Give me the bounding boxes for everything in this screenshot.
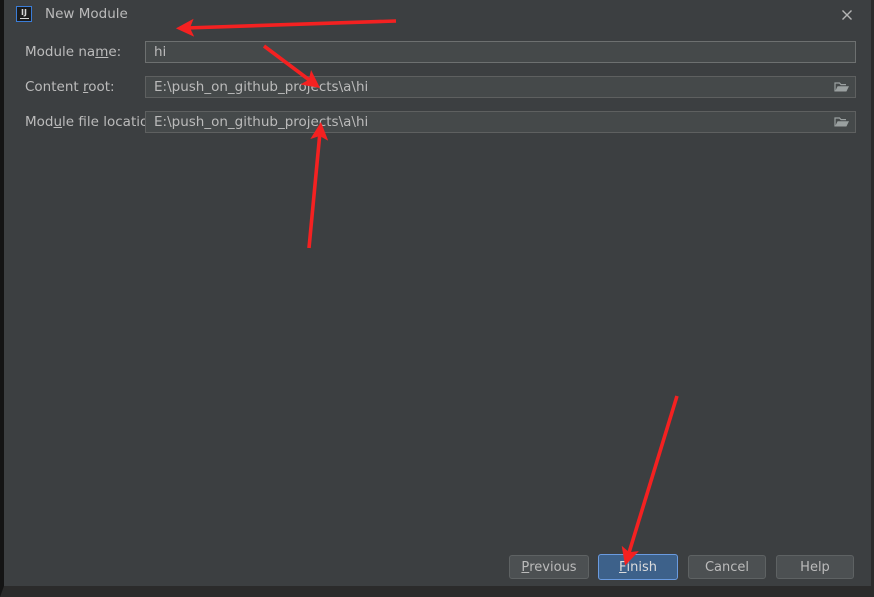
finish-button-label-mnemonic: F — [619, 559, 627, 575]
arrow-to-finish-button — [621, 395, 679, 566]
content-root-label: Content root: — [25, 76, 115, 98]
finish-button-label-part2: inish — [626, 559, 657, 575]
module-file-location-label: Module file location: — [25, 111, 161, 133]
previous-button-label-mnemonic: P — [521, 559, 530, 575]
module-file-location-input-value: E:\push_on_github_projects\a\hi — [154, 114, 369, 130]
annotation-arrows — [175, 18, 679, 566]
content-root-folder-icon[interactable] — [829, 77, 855, 97]
dialog-title: New Module — [45, 6, 128, 22]
dialog-titlebar: IJ New Module — [4, 0, 871, 29]
content-root-label-part2: oot: — [88, 79, 115, 95]
cancel-button[interactable]: Cancel — [688, 555, 766, 579]
module-file-location-folder-icon[interactable] — [829, 112, 855, 132]
intellij-idea-icon-bar — [19, 17, 29, 20]
module-name-label-part2: e: — [108, 44, 122, 60]
module-file-location-input[interactable]: E:\push_on_github_projects\a\hi — [145, 111, 856, 133]
content-root-input-value: E:\push_on_github_projects\a\hi — [154, 79, 369, 95]
close-icon[interactable] — [837, 5, 857, 25]
previous-button[interactable]: Previous — [509, 555, 589, 579]
module-name-input-value: hi — [154, 44, 167, 60]
cancel-button-label-part1: Cancel — [704, 559, 750, 575]
module-file-location-label-mnemonic: u — [53, 114, 63, 130]
module-name-input[interactable]: hi — [145, 41, 856, 63]
finish-button[interactable]: Finish — [598, 554, 678, 580]
help-button-label-part1: Help — [800, 559, 830, 575]
help-button[interactable]: Help — [776, 555, 854, 579]
intellij-idea-icon: IJ — [16, 6, 32, 22]
module-name-label-part1: Module na — [25, 44, 96, 60]
intellij-idea-icon-letters: IJ — [21, 7, 27, 17]
module-file-location-label-part1: Mod — [25, 114, 54, 130]
module-name-label: Module name: — [25, 41, 121, 63]
module-name-label-mnemonic: m — [95, 44, 109, 60]
new-module-dialog: IJ New Module Module name: hi Content ro… — [0, 0, 874, 597]
content-root-label-part1: Content — [25, 79, 83, 95]
arrow-to-module-file-location-field — [307, 121, 329, 249]
content-root-input[interactable]: E:\push_on_github_projects\a\hi — [145, 76, 856, 98]
previous-button-label-part2: revious — [529, 559, 577, 575]
